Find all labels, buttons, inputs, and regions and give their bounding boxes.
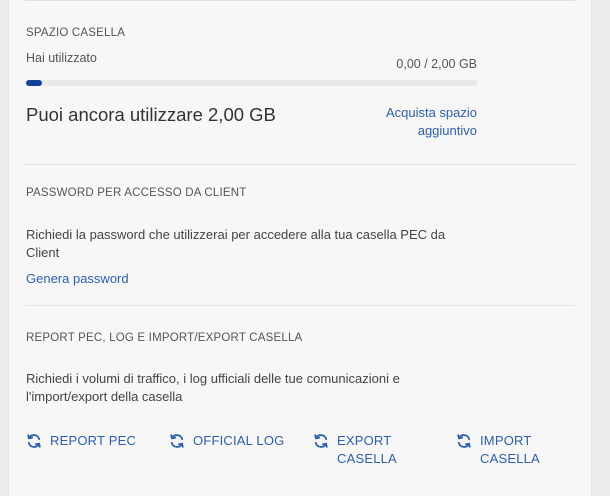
storage-progress-bar <box>26 80 478 86</box>
export-casella-label: EXPORT CASELLA <box>337 433 397 466</box>
storage-heading: SPAZIO CASELLA <box>26 27 126 39</box>
password-heading: PASSWORD PER ACCESSO DA CLIENT <box>26 187 247 199</box>
refresh-icon <box>314 434 328 448</box>
buy-space-link-line2: aggiuntivo <box>417 123 477 138</box>
official-log-label: OFFICIAL LOG <box>193 433 285 448</box>
import-casella-label: IMPORT CASELLA <box>480 433 540 466</box>
used-label: Hai utilizzato <box>26 51 97 65</box>
refresh-icon <box>170 434 184 448</box>
generate-password-link[interactable]: Genera password <box>26 271 129 286</box>
report-pec-label: REPORT PEC <box>50 433 137 448</box>
buy-space-link[interactable]: Acquista spazio aggiuntivo <box>386 104 477 140</box>
official-log-button[interactable]: OFFICIAL LOG <box>169 432 293 450</box>
reports-description: Richiedi i volumi di traffico, i log uff… <box>26 371 400 404</box>
remaining-space: Puoi ancora utilizzare 2,00 GB <box>26 104 276 125</box>
account-panel: SPAZIO CASELLA Hai utilizzato 0,00 / 2,0… <box>8 0 592 496</box>
import-casella-button[interactable]: IMPORT CASELLA <box>456 432 550 468</box>
password-description: Richiedi la password che utilizzerai per… <box>26 227 446 260</box>
report-pec-button[interactable]: REPORT PEC <box>26 432 145 450</box>
storage-progress-fill <box>26 80 42 86</box>
section-divider <box>25 305 575 306</box>
top-divider <box>25 0 575 1</box>
refresh-icon <box>457 434 471 448</box>
section-divider <box>25 164 575 165</box>
buy-space-link-line1: Acquista spazio <box>385 105 477 120</box>
export-casella-button[interactable]: EXPORT CASELLA <box>313 432 407 468</box>
reports-heading: REPORT PEC, LOG E IMPORT/EXPORT CASELLA <box>26 332 303 344</box>
refresh-icon <box>27 434 41 448</box>
usage-value: 0,00 / 2,00 GB <box>396 57 477 71</box>
